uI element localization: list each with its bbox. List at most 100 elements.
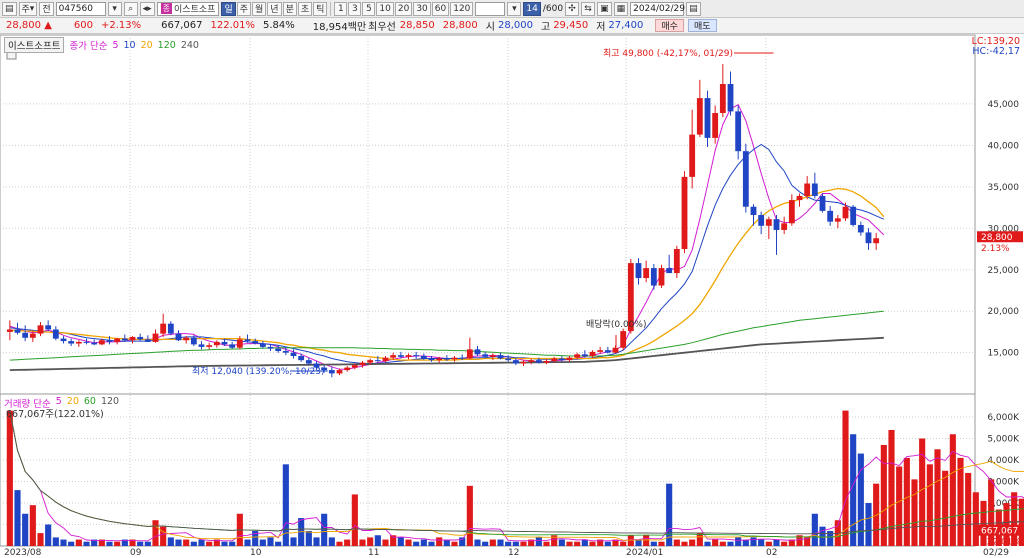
tab-period-3[interactable]: 년 bbox=[267, 1, 282, 16]
candle-body bbox=[581, 354, 588, 356]
candle-body bbox=[781, 223, 788, 230]
tab-period-1[interactable]: 주 bbox=[236, 1, 251, 16]
change-value: 600 bbox=[73, 20, 93, 31]
candle-body bbox=[620, 331, 627, 348]
candle-body bbox=[650, 268, 657, 286]
minute-button-60[interactable]: 60 bbox=[431, 1, 450, 16]
volume-tick-label: 4,000K bbox=[987, 456, 1020, 466]
count-badge[interactable]: 14 bbox=[523, 1, 541, 16]
volume-bar bbox=[719, 541, 726, 546]
candle-body bbox=[474, 349, 481, 355]
current-price: 28,800 ▲ bbox=[6, 20, 52, 31]
volume-bar bbox=[106, 541, 113, 546]
change-pct: +2.13% bbox=[100, 20, 142, 31]
minute-button-120[interactable]: 120 bbox=[450, 1, 474, 16]
tab-period-0[interactable]: 일 bbox=[221, 1, 236, 16]
price-tag-value: 28,800 bbox=[981, 233, 1013, 243]
candle-body bbox=[236, 339, 243, 348]
interval-input[interactable] bbox=[475, 1, 506, 16]
candle-body bbox=[436, 358, 443, 361]
lc-hc-readout: LC:139,20 HC:-42,17 bbox=[972, 37, 1020, 57]
layout-icon[interactable]: ▤ bbox=[2, 1, 17, 16]
volume-bar bbox=[934, 449, 941, 546]
price-tick-label: 20,000 bbox=[988, 307, 1020, 317]
volume-bar bbox=[83, 541, 90, 546]
market-select[interactable]: 전 bbox=[39, 1, 54, 16]
candle-body bbox=[183, 337, 190, 341]
candle-body bbox=[520, 361, 527, 364]
volume-bar bbox=[865, 503, 872, 546]
candle-body bbox=[167, 323, 174, 334]
candle-body bbox=[359, 362, 366, 366]
volume-bar bbox=[604, 541, 611, 546]
volume-bar bbox=[459, 537, 466, 546]
candle-body bbox=[259, 343, 266, 347]
volume-bar bbox=[137, 541, 144, 546]
interval-dropdown-icon[interactable]: ▾ bbox=[507, 1, 522, 16]
volume-bar bbox=[842, 410, 849, 546]
trade-value: 18,954백만 bbox=[312, 22, 367, 33]
volume-bar bbox=[397, 537, 404, 546]
prev-next-icon[interactable]: ◂▸ bbox=[139, 1, 155, 16]
volume-bar bbox=[873, 483, 880, 546]
crosshair-icon[interactable]: ✣ bbox=[565, 1, 580, 16]
tab-period-6[interactable]: 틱 bbox=[313, 1, 328, 16]
turnover-ratio: 5.84% bbox=[263, 20, 295, 31]
minute-button-5[interactable]: 5 bbox=[362, 1, 376, 16]
candle-body bbox=[83, 341, 90, 343]
date-input[interactable]: 2024/02/29 bbox=[630, 1, 685, 16]
volume-bar bbox=[420, 539, 427, 546]
best-ask: 28,850 bbox=[399, 20, 435, 31]
price-tick-label: 35,000 bbox=[988, 183, 1020, 193]
sell-button[interactable]: 매도 bbox=[687, 19, 717, 32]
volume-bar bbox=[290, 537, 297, 546]
candle-body bbox=[589, 351, 596, 356]
calendar-icon[interactable]: ▦ bbox=[613, 1, 629, 16]
volume-bar bbox=[198, 539, 205, 546]
period-select[interactable]: 주 ▾ bbox=[18, 1, 38, 16]
volume-bar bbox=[175, 539, 182, 546]
candle-body bbox=[129, 336, 136, 341]
market-select-label: 전 bbox=[42, 5, 51, 15]
volume-bar bbox=[689, 539, 696, 546]
volume-bar bbox=[190, 541, 197, 546]
arrows-icon[interactable]: ⇆ bbox=[581, 1, 596, 16]
candle-body bbox=[535, 360, 542, 363]
buy-button[interactable]: 매수 bbox=[655, 19, 684, 32]
minute-button-1[interactable]: 1 bbox=[334, 1, 348, 16]
volume-bar bbox=[244, 539, 251, 546]
search-icon[interactable]: ⌕ bbox=[123, 1, 138, 16]
candle-body bbox=[45, 325, 52, 330]
stock-name-field[interactable]: 종 이스트소프 bbox=[156, 1, 220, 16]
minute-button-3[interactable]: 3 bbox=[348, 1, 362, 16]
date-picker-icon[interactable]: ▤ bbox=[686, 1, 701, 16]
candle-body bbox=[121, 338, 128, 341]
minute-button-30[interactable]: 30 bbox=[413, 1, 431, 16]
volume-bar bbox=[29, 505, 36, 546]
tab-period-4[interactable]: 분 bbox=[282, 1, 297, 16]
minute-button-20[interactable]: 20 bbox=[394, 1, 413, 16]
candle-body bbox=[267, 346, 274, 349]
candle-body bbox=[52, 329, 59, 339]
stock-chart[interactable]: 15,00020,00025,00030,00035,00040,00045,0… bbox=[0, 34, 1024, 558]
volume-bar bbox=[957, 457, 964, 546]
volume-bar bbox=[781, 541, 788, 546]
candle-body bbox=[106, 340, 113, 342]
quote-bar: 28,800 ▲ 600 +2.13% 667,067 122.01% 5.84… bbox=[0, 18, 1024, 34]
volume-bar bbox=[482, 541, 489, 546]
candle-body bbox=[804, 183, 811, 196]
code-dropdown-icon[interactable]: ▾ bbox=[107, 1, 122, 16]
candle-body bbox=[336, 370, 343, 374]
save-icon[interactable]: ▣ bbox=[597, 1, 612, 16]
volume-bar bbox=[673, 539, 680, 546]
volume-bar bbox=[942, 470, 949, 546]
minute-button-10[interactable]: 10 bbox=[376, 1, 394, 16]
volume-bar bbox=[466, 485, 473, 546]
tab-period-2[interactable]: 월 bbox=[252, 1, 267, 16]
x-tick-label: 2023/08 bbox=[4, 548, 42, 558]
legend-ma-5: 5 bbox=[112, 39, 119, 51]
candle-body bbox=[152, 333, 159, 342]
stock-name-label: 이스트소프 bbox=[174, 5, 216, 15]
stock-code-input[interactable]: 047560 bbox=[55, 1, 106, 16]
tab-period-5[interactable]: 초 bbox=[297, 1, 313, 16]
